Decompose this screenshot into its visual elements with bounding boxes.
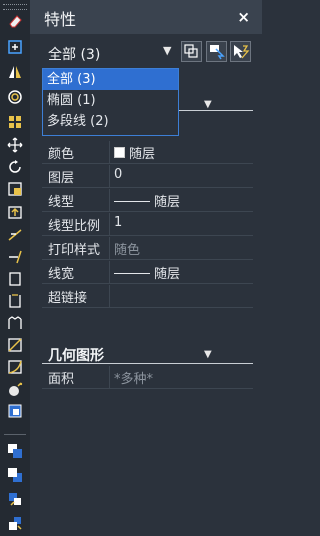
line-sample-icon: [114, 273, 150, 274]
property-value[interactable]: 1: [114, 215, 122, 230]
close-icon[interactable]: ×: [237, 8, 250, 26]
scale-icon[interactable]: [6, 180, 24, 198]
array-icon[interactable]: [6, 113, 24, 131]
quick-select-icon[interactable]: [230, 41, 251, 62]
property-value[interactable]: 0: [114, 167, 122, 182]
offset-icon[interactable]: [6, 88, 24, 106]
property-row-hyperlink[interactable]: 超链接: [42, 285, 253, 308]
bring-above-icon[interactable]: [6, 490, 24, 508]
general-collapse-icon[interactable]: ▼: [204, 99, 212, 110]
property-row-area: 面积 *多种*: [42, 366, 253, 389]
dropdown-option[interactable]: 多段线 (2): [43, 111, 178, 132]
explode-icon[interactable]: [6, 381, 24, 399]
property-row-plot-style: 打印样式 随色: [42, 237, 253, 260]
panel-title: 特性: [44, 10, 77, 29]
property-label: 打印样式: [48, 243, 101, 258]
copy-icon[interactable]: [6, 38, 24, 56]
property-value[interactable]: 随层: [114, 263, 180, 282]
property-value[interactable]: 随层: [114, 143, 155, 162]
selection-dropdown[interactable]: 全部 (3): [48, 44, 100, 64]
break-at-point-icon[interactable]: [6, 270, 24, 288]
send-under-icon[interactable]: [6, 514, 24, 532]
property-label: 面积: [48, 372, 75, 387]
geometry-section-underline: [42, 363, 253, 364]
color-swatch-icon: [114, 147, 125, 158]
draw-order-back-icon[interactable]: [6, 466, 24, 484]
rotate-icon[interactable]: [6, 158, 24, 176]
line-sample-icon: [114, 201, 150, 202]
property-label: 超链接: [48, 291, 88, 306]
property-label: 图层: [48, 171, 75, 186]
selection-dropdown-list: 全部 (3) 椭圆 (1) 多段线 (2): [42, 68, 179, 136]
property-row-linetype[interactable]: 线型 随层: [42, 189, 253, 212]
mirror-icon[interactable]: [6, 63, 24, 81]
draw-order-icon[interactable]: [6, 402, 24, 420]
property-row-color[interactable]: 颜色 随层: [42, 141, 253, 164]
selection-row: 全部 (3) ▼: [30, 38, 262, 66]
dropdown-option[interactable]: 全部 (3): [43, 69, 178, 90]
stretch-icon[interactable]: [6, 203, 24, 221]
toggle-pickadd-icon[interactable]: [181, 41, 202, 62]
property-value[interactable]: 随层: [114, 191, 180, 210]
property-value: *多种*: [114, 372, 154, 387]
geometry-collapse-icon[interactable]: ▼: [204, 349, 212, 360]
property-label: 线宽: [48, 267, 75, 282]
modify-toolbar: [0, 0, 31, 536]
trim-icon[interactable]: [6, 226, 24, 244]
move-icon[interactable]: [6, 136, 24, 154]
extend-icon[interactable]: [6, 248, 24, 266]
panel-titlebar[interactable]: 特性 ×: [30, 0, 262, 34]
select-objects-icon[interactable]: [206, 41, 227, 62]
property-row-lineweight[interactable]: 线宽 随层: [42, 261, 253, 284]
chamfer-icon[interactable]: [6, 336, 24, 354]
break-icon[interactable]: [6, 292, 24, 310]
properties-panel: 特性 × 全部 (3) ▼ ▼ 全部 (3) 椭圆 (1) 多段线 (2) 颜色…: [30, 0, 262, 536]
fillet-icon[interactable]: [6, 358, 24, 376]
property-row-linetype-scale[interactable]: 线型比例 1: [42, 213, 253, 236]
toolbar-separator: [4, 434, 26, 435]
erase-icon[interactable]: [6, 12, 24, 30]
property-label: 颜色: [48, 147, 75, 162]
property-label: 线型: [48, 195, 75, 210]
draw-order-front-icon[interactable]: [6, 442, 24, 460]
chevron-down-icon[interactable]: ▼: [163, 44, 171, 57]
property-label: 线型比例: [48, 219, 101, 234]
property-row-layer[interactable]: 图层 0: [42, 165, 253, 188]
property-value: 随色: [114, 243, 141, 258]
toolbar-grip[interactable]: [3, 4, 27, 10]
join-icon[interactable]: [6, 314, 24, 332]
dropdown-option[interactable]: 椭圆 (1): [43, 90, 178, 111]
geometry-section-title[interactable]: 几何图形: [48, 345, 104, 365]
